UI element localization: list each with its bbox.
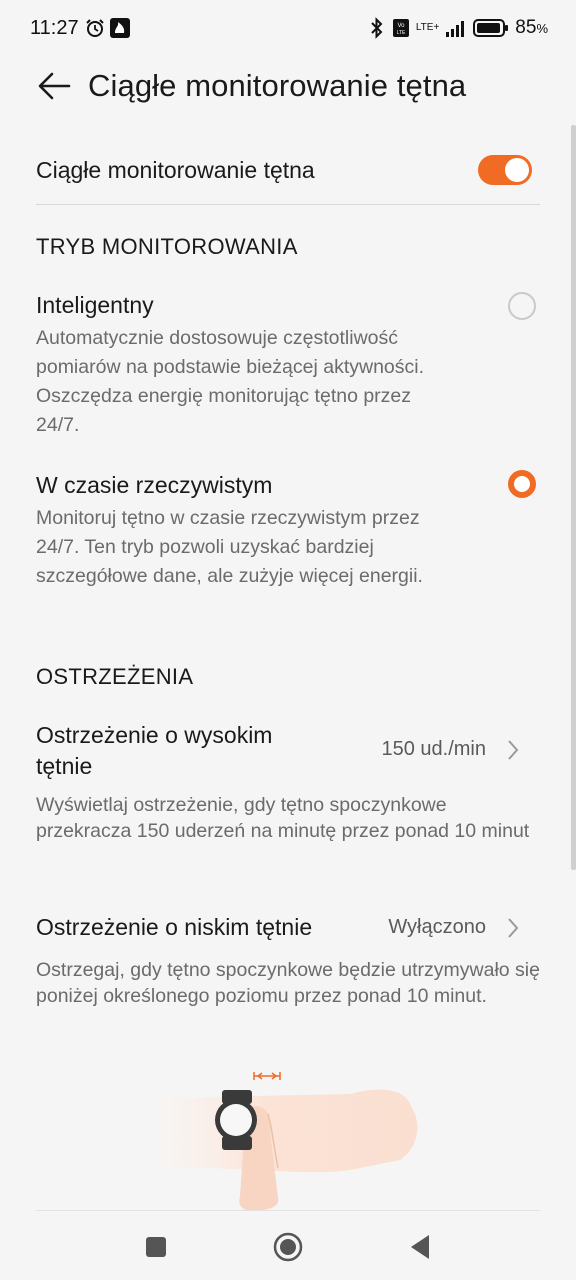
continuous-monitoring-toggle[interactable] [478, 155, 532, 185]
option-title: W czasie rzeczywistym [36, 472, 273, 498]
monitoring-mode-header: TRYB MONITOROWANIA [36, 234, 298, 259]
battery-percentage: 85% [515, 17, 548, 38]
status-right: Vo LTE LTE+ 85% [368, 17, 548, 39]
radio-intelligent[interactable] [508, 292, 536, 320]
recent-apps-button[interactable] [136, 1227, 176, 1267]
scrollbar[interactable] [571, 125, 576, 870]
back-button[interactable] [24, 56, 84, 116]
bottom-divider [36, 1210, 540, 1211]
page-title: Ciągłe monitorowanie tętna [88, 68, 467, 103]
svg-text:Vo: Vo [397, 23, 405, 29]
chevron-right-icon [508, 740, 519, 760]
app-header: Ciągłe monitorowanie tętna [0, 56, 576, 116]
home-button[interactable] [268, 1227, 308, 1267]
back-nav-button[interactable] [400, 1227, 440, 1267]
divider [36, 204, 540, 205]
warning-title: Ostrzeżenie o wysokim tętnie [36, 722, 273, 779]
toggle-knob [505, 158, 529, 182]
alarm-icon [85, 19, 104, 37]
warning-value: 150 ud./min [381, 738, 486, 760]
app-notification-icon [109, 18, 130, 38]
high-heart-rate-warning[interactable]: Ostrzeżenie o wysokim tętnie 150 ud./min… [36, 720, 540, 844]
navigation-bar [0, 1214, 576, 1280]
status-bar: 11:27 Vo LTE LTE+ 85% [0, 0, 576, 56]
battery-icon [473, 19, 509, 37]
status-time: 11:27 [30, 16, 79, 39]
volte-icon: Vo LTE [392, 19, 409, 37]
network-type: LTE+ [415, 22, 440, 33]
option-description: Automatycznie dostosowuje częstotliwość … [36, 327, 425, 436]
warning-description: Wyświetlaj ostrzeżenie, gdy tętno spoczy… [36, 794, 530, 842]
option-intelligent[interactable]: Inteligentny Automatycznie dostosowuje c… [36, 290, 540, 440]
svg-text:LTE: LTE [396, 30, 405, 36]
back-arrow-icon [38, 72, 71, 100]
radio-realtime[interactable] [508, 470, 536, 498]
warning-title: Ostrzeżenie o niskim tętnie [36, 914, 313, 940]
option-realtime[interactable]: W czasie rzeczywistym Monitoruj tętno w … [36, 470, 540, 591]
watch-wrist-illustration [160, 1072, 418, 1210]
signal-icon [446, 21, 465, 37]
low-heart-rate-warning[interactable]: Ostrzeżenie o niskim tętnie Wyłączono Os… [36, 912, 540, 1009]
square-icon [146, 1237, 166, 1257]
status-left-icons [85, 17, 131, 39]
warnings-header: OSTRZEŻENIA [36, 664, 194, 689]
option-description: Monitoruj tętno w czasie rzeczywistym pr… [36, 507, 423, 587]
continuous-monitoring-label: Ciągłe monitorowanie tętna [36, 156, 315, 183]
bluetooth-icon [371, 17, 383, 39]
warning-description: Ostrzegaj, gdy tętno spoczynkowe będzie … [36, 959, 540, 1007]
warning-value: Wyłączono [388, 916, 486, 938]
triangle-back-icon [411, 1235, 429, 1259]
home-circle-icon [273, 1232, 303, 1262]
option-title: Inteligentny [36, 292, 154, 318]
chevron-right-icon [508, 918, 519, 938]
continuous-monitoring-row[interactable]: Ciągłe monitorowanie tętna [36, 140, 540, 200]
